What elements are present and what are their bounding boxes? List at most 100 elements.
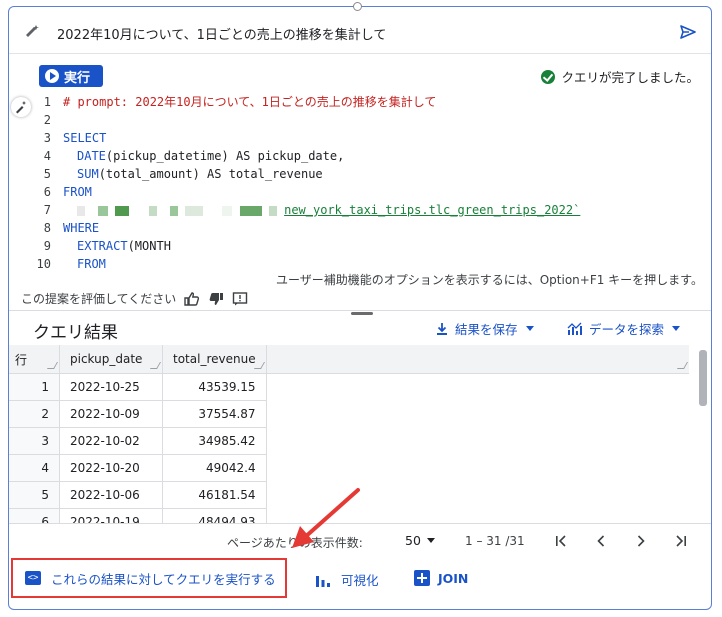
column-header-label: total_revenue [173, 352, 256, 366]
chevron-down-icon [525, 326, 534, 331]
code-expression: EXTRACT(MONTH [77, 237, 171, 255]
row-number: 4 [9, 454, 60, 482]
column-header-empty [266, 345, 689, 374]
redacted-block [148, 205, 157, 216]
join-label: JOIN [438, 570, 469, 586]
code-function: EXTRACT [77, 239, 128, 253]
thumbs-down-icon[interactable] [208, 292, 224, 306]
thumbs-up-icon[interactable] [184, 291, 200, 306]
table-row[interactable]: 2 2022-10-09 37554.87 [9, 400, 689, 428]
vertical-scrollbar[interactable] [699, 350, 707, 406]
check-circle-icon [541, 69, 556, 84]
explore-data-button[interactable]: データを探索 [567, 319, 681, 338]
code-text: (MONTH [127, 239, 171, 253]
sql-editor[interactable]: 1 # prompt: 2022年10月について、1日ごとの売上の推移を集計して… [9, 93, 711, 271]
redacted-block [115, 205, 130, 216]
bar-chart-icon [316, 575, 330, 587]
play-icon [45, 69, 59, 83]
resize-grip-icon[interactable] [149, 362, 162, 369]
save-results-button[interactable]: 結果を保存 [435, 319, 534, 338]
cell-pickup-date: 2022-10-20 [59, 454, 163, 482]
query-status: クエリが完了しました。 [541, 67, 699, 86]
table-row[interactable]: 1 2022-10-25 43539.15 [9, 373, 689, 401]
page-size-select[interactable]: 50 [405, 533, 435, 548]
empty-cell [266, 401, 689, 428]
code-comment: # prompt: 2022年10月について、1日ごとの売上の推移を集計して [63, 95, 437, 109]
first-page-icon[interactable] [553, 533, 569, 549]
plus-icon [414, 570, 430, 586]
line-number: 6 [43, 185, 51, 199]
resize-grip-icon[interactable] [676, 362, 688, 369]
redacted-block [98, 205, 109, 216]
rate-suggestion: この提案を評価してください [21, 290, 248, 307]
annotation-arrow-icon [292, 488, 360, 548]
save-results-label: 結果を保存 [455, 322, 518, 337]
redacted-block [169, 205, 178, 216]
line-number: 3 [43, 131, 51, 145]
cell-pickup-date: 2022-10-19 [59, 508, 163, 523]
next-page-icon[interactable] [633, 533, 649, 549]
cell-total-revenue: 46181.54 [162, 481, 267, 509]
table-row[interactable]: 4 2022-10-20 49042.4 [9, 454, 689, 482]
line-number: 4 [43, 149, 51, 163]
previous-page-icon[interactable] [593, 533, 609, 549]
resize-grip-icon[interactable] [46, 362, 59, 369]
code-expression: DATE(pickup_datetime) AS pickup_date, [77, 147, 344, 165]
cell-total-revenue: 37554.87 [162, 400, 267, 428]
row-number: 5 [9, 481, 60, 509]
panel-divider [9, 310, 711, 311]
code-text: (pickup_datetime) AS pickup_date, [105, 149, 345, 163]
prompt-text[interactable]: 2022年10月について、1日ごとの売上の推移を集計して [57, 24, 386, 43]
join-button[interactable]: JOIN [414, 570, 468, 586]
column-header-row-number[interactable]: 行 [9, 345, 60, 374]
resize-handle-dot [353, 2, 362, 11]
code-icon: <> [25, 571, 41, 585]
redacted-block [77, 205, 85, 216]
dropdown-caret-icon [426, 538, 435, 543]
page-size-value: 50 [405, 533, 421, 548]
code-keyword: FROM [77, 257, 106, 271]
last-page-icon[interactable] [673, 533, 689, 549]
cell-pickup-date: 2022-10-09 [59, 400, 163, 428]
ai-assist-icon[interactable] [11, 97, 31, 117]
cell-pickup-date: 2022-10-02 [59, 427, 163, 455]
line-number: 1 [43, 95, 51, 109]
run-button[interactable]: 実行 [39, 65, 103, 87]
results-title: クエリ結果 [33, 323, 118, 343]
analytics-chart-icon [567, 322, 582, 335]
magic-pencil-icon [16, 101, 27, 114]
column-header-total-revenue[interactable]: total_revenue [162, 345, 267, 374]
code-keyword: WHERE [63, 221, 100, 235]
accessibility-hint: ユーザー補助機能のオプションを表示するには、Option+F1 キーを押します。 [275, 273, 703, 287]
table-header-row: 行 pickup_date total_revenue [9, 345, 689, 374]
table-row[interactable]: 3 2022-10-02 34985.42 [9, 427, 689, 455]
redacted-block [185, 205, 204, 216]
row-number: 6 [9, 508, 60, 523]
visualize-button[interactable]: 可視化 [315, 570, 379, 589]
empty-cell [266, 374, 689, 401]
redacted-block [268, 205, 277, 216]
magic-pencil-icon [26, 25, 39, 37]
feedback-icon[interactable] [232, 291, 248, 306]
resize-splitter[interactable] [351, 312, 373, 315]
column-header-label: 行 [15, 352, 28, 367]
code-function: DATE [77, 149, 106, 163]
code-expression: new_york_taxi_trips.tlc_green_trips_2022… [77, 201, 580, 219]
line-number: 2 [43, 113, 51, 127]
code-keyword: SELECT [63, 131, 107, 145]
cell-pickup-date: 2022-10-25 [59, 373, 163, 401]
query-these-results-button[interactable]: <> これらの結果に対してクエリを実行する [11, 558, 287, 598]
redacted-block [239, 205, 262, 216]
query-these-results-label: これらの結果に対してクエリを実行する [51, 571, 276, 587]
code-keyword: FROM [63, 185, 92, 199]
column-header-pickup-date[interactable]: pickup_date [59, 345, 163, 374]
row-number: 1 [9, 373, 60, 401]
cell-pickup-date: 2022-10-06 [59, 481, 163, 509]
line-number: 8 [43, 221, 51, 235]
column-header-label: pickup_date [70, 352, 143, 366]
empty-cell [266, 455, 689, 482]
row-number: 2 [9, 400, 60, 428]
line-number: 10 [36, 257, 51, 271]
code-text: (total_amount) AS total_revenue [98, 167, 323, 181]
send-icon[interactable] [680, 25, 696, 39]
